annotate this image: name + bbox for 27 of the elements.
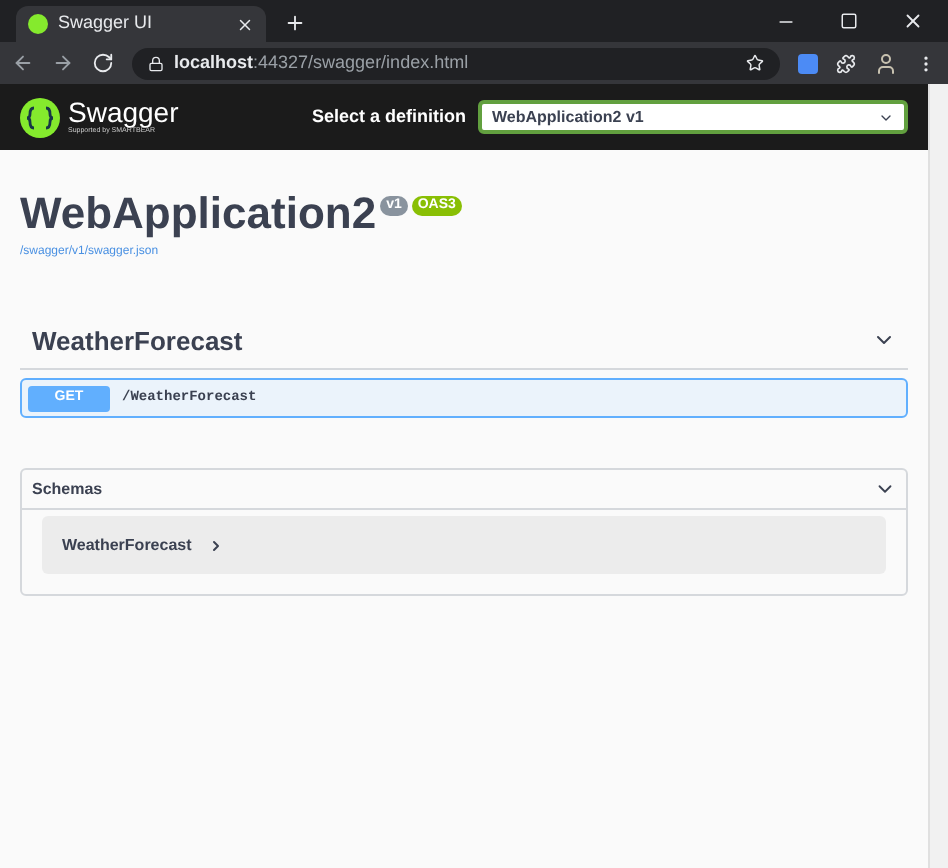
schemas-header[interactable]: Schemas [22, 470, 906, 510]
swagger-logo-icon [20, 97, 60, 137]
star-icon[interactable] [746, 54, 764, 72]
definition-label: Select a definition [311, 103, 466, 130]
model-row[interactable]: WeatherForecast [42, 516, 886, 574]
maximize-icon[interactable] [840, 12, 858, 30]
address-bar[interactable]: localhost:44327/swagger/index.html [132, 47, 780, 79]
scrollbar[interactable] [928, 84, 948, 868]
tab-title: Swagger UI [58, 10, 155, 37]
chevron-right-icon [207, 537, 224, 553]
model-name: WeatherForecast [62, 533, 192, 557]
definition-select[interactable]: WebApplication2 v1 [478, 100, 908, 134]
back-icon[interactable] [12, 52, 34, 74]
browser-tab[interactable]: Swagger UI [16, 6, 266, 42]
extensions-icon[interactable] [836, 53, 856, 73]
url-text: localhost:44327/swagger/index.html [174, 49, 471, 76]
close-icon[interactable] [236, 15, 254, 33]
reload-icon[interactable] [92, 52, 114, 74]
api-title: WebApplication2 [20, 186, 377, 241]
close-icon[interactable] [902, 10, 924, 32]
swagger-favicon-icon [28, 14, 48, 34]
logo-text: Swagger [68, 98, 179, 127]
lock-icon [148, 55, 164, 71]
new-tab-icon[interactable] [284, 12, 306, 34]
tag-header[interactable]: WeatherForecast [20, 321, 908, 370]
forward-icon[interactable] [52, 52, 74, 74]
avatar-icon[interactable] [874, 51, 898, 75]
